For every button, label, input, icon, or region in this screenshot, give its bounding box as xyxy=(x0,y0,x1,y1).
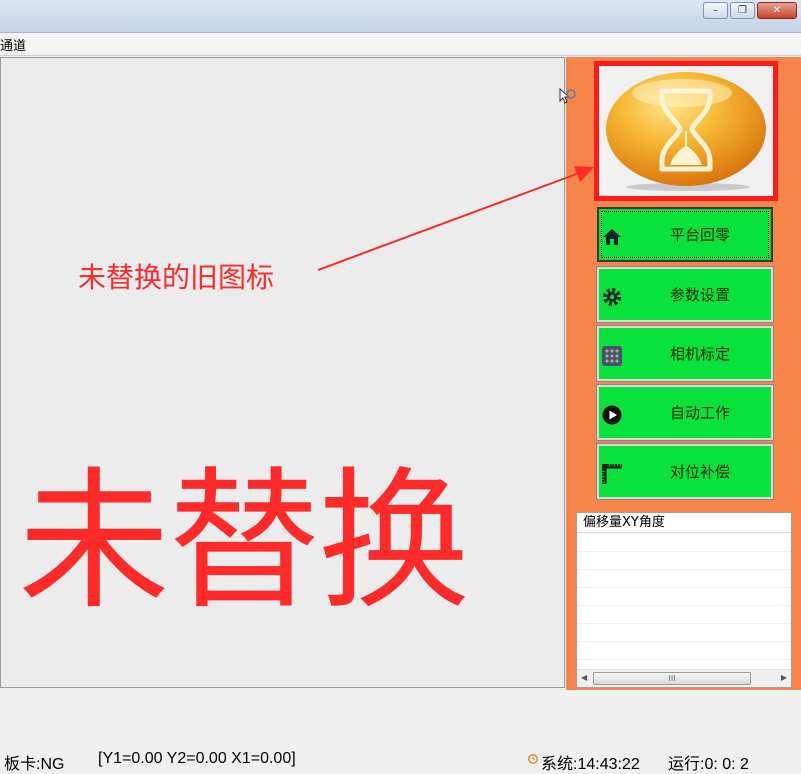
restore-button[interactable]: ❐ xyxy=(730,2,755,19)
scroll-thumb-grip: III xyxy=(668,674,676,683)
window-controls: – ❐ ✕ xyxy=(703,2,797,19)
alignment-compensation-button[interactable]: 对位补偿 xyxy=(596,443,774,500)
horizontal-scrollbar[interactable]: ◀ III ▶ xyxy=(577,669,791,687)
parameter-settings-label: 参数设置 xyxy=(669,286,730,304)
scroll-thumb[interactable]: III xyxy=(593,672,751,685)
close-button[interactable]: ✕ xyxy=(757,2,797,19)
status-bar: 板卡:NG [Y1=0.00 Y2=0.00 X1=0.00] 系统:14:43… xyxy=(0,748,801,773)
home-platform-button[interactable]: 平台回零 xyxy=(597,207,773,262)
list-item xyxy=(577,606,791,624)
system-time: 系统:14:43:22 xyxy=(541,756,640,773)
title-bar: – ❐ ✕ xyxy=(0,0,801,33)
scroll-right-arrow-icon[interactable]: ▶ xyxy=(781,673,787,682)
auto-work-button[interactable]: 自动工作 xyxy=(596,384,774,441)
minimize-icon: – xyxy=(713,5,718,16)
list-item xyxy=(577,642,791,660)
camera-calibration-button[interactable]: 相机标定 xyxy=(596,325,774,382)
annotation-old-icon-note: 未替换的旧图标 xyxy=(78,261,275,294)
annotation-not-replaced: 未替换 xyxy=(18,453,470,630)
offset-list-rows xyxy=(577,534,791,678)
cursor-icon xyxy=(559,88,576,104)
menu-item-channel[interactable]: 通道 xyxy=(0,35,26,54)
home-icon xyxy=(603,229,621,245)
keypad-icon xyxy=(602,346,622,366)
restore-icon: ❐ xyxy=(738,5,747,16)
list-item xyxy=(577,588,791,606)
gear-icon xyxy=(603,288,621,306)
list-item xyxy=(577,624,791,642)
clock-icon xyxy=(528,754,538,764)
parameter-settings-button[interactable]: 参数设置 xyxy=(596,266,774,323)
menu-bar: 通道 xyxy=(0,33,801,56)
home-platform-label: 平台回零 xyxy=(669,226,730,244)
hourglass-icon xyxy=(606,72,766,191)
ruler-icon xyxy=(602,464,622,484)
run-time: 运行:0: 0: 2 xyxy=(668,756,749,773)
board-status: 板卡:NG xyxy=(4,756,65,773)
offset-list-view[interactable]: 偏移量XY角度 ◀ III ▶ xyxy=(576,512,792,688)
minimize-button[interactable]: – xyxy=(703,2,728,19)
play-icon xyxy=(602,405,622,425)
alignment-compensation-label: 对位补偿 xyxy=(669,463,730,481)
auto-work-label: 自动工作 xyxy=(669,404,730,422)
logo-frame xyxy=(594,61,778,201)
scroll-left-arrow-icon[interactable]: ◀ xyxy=(581,673,587,682)
list-item xyxy=(577,570,791,588)
close-icon: ✕ xyxy=(772,5,782,16)
list-item xyxy=(577,534,791,552)
camera-calibration-label: 相机标定 xyxy=(669,345,730,363)
axis-coordinates: [Y1=0.00 Y2=0.00 X1=0.00] xyxy=(98,750,296,767)
list-item xyxy=(577,552,791,570)
offset-column-header[interactable]: 偏移量XY角度 xyxy=(577,513,791,533)
